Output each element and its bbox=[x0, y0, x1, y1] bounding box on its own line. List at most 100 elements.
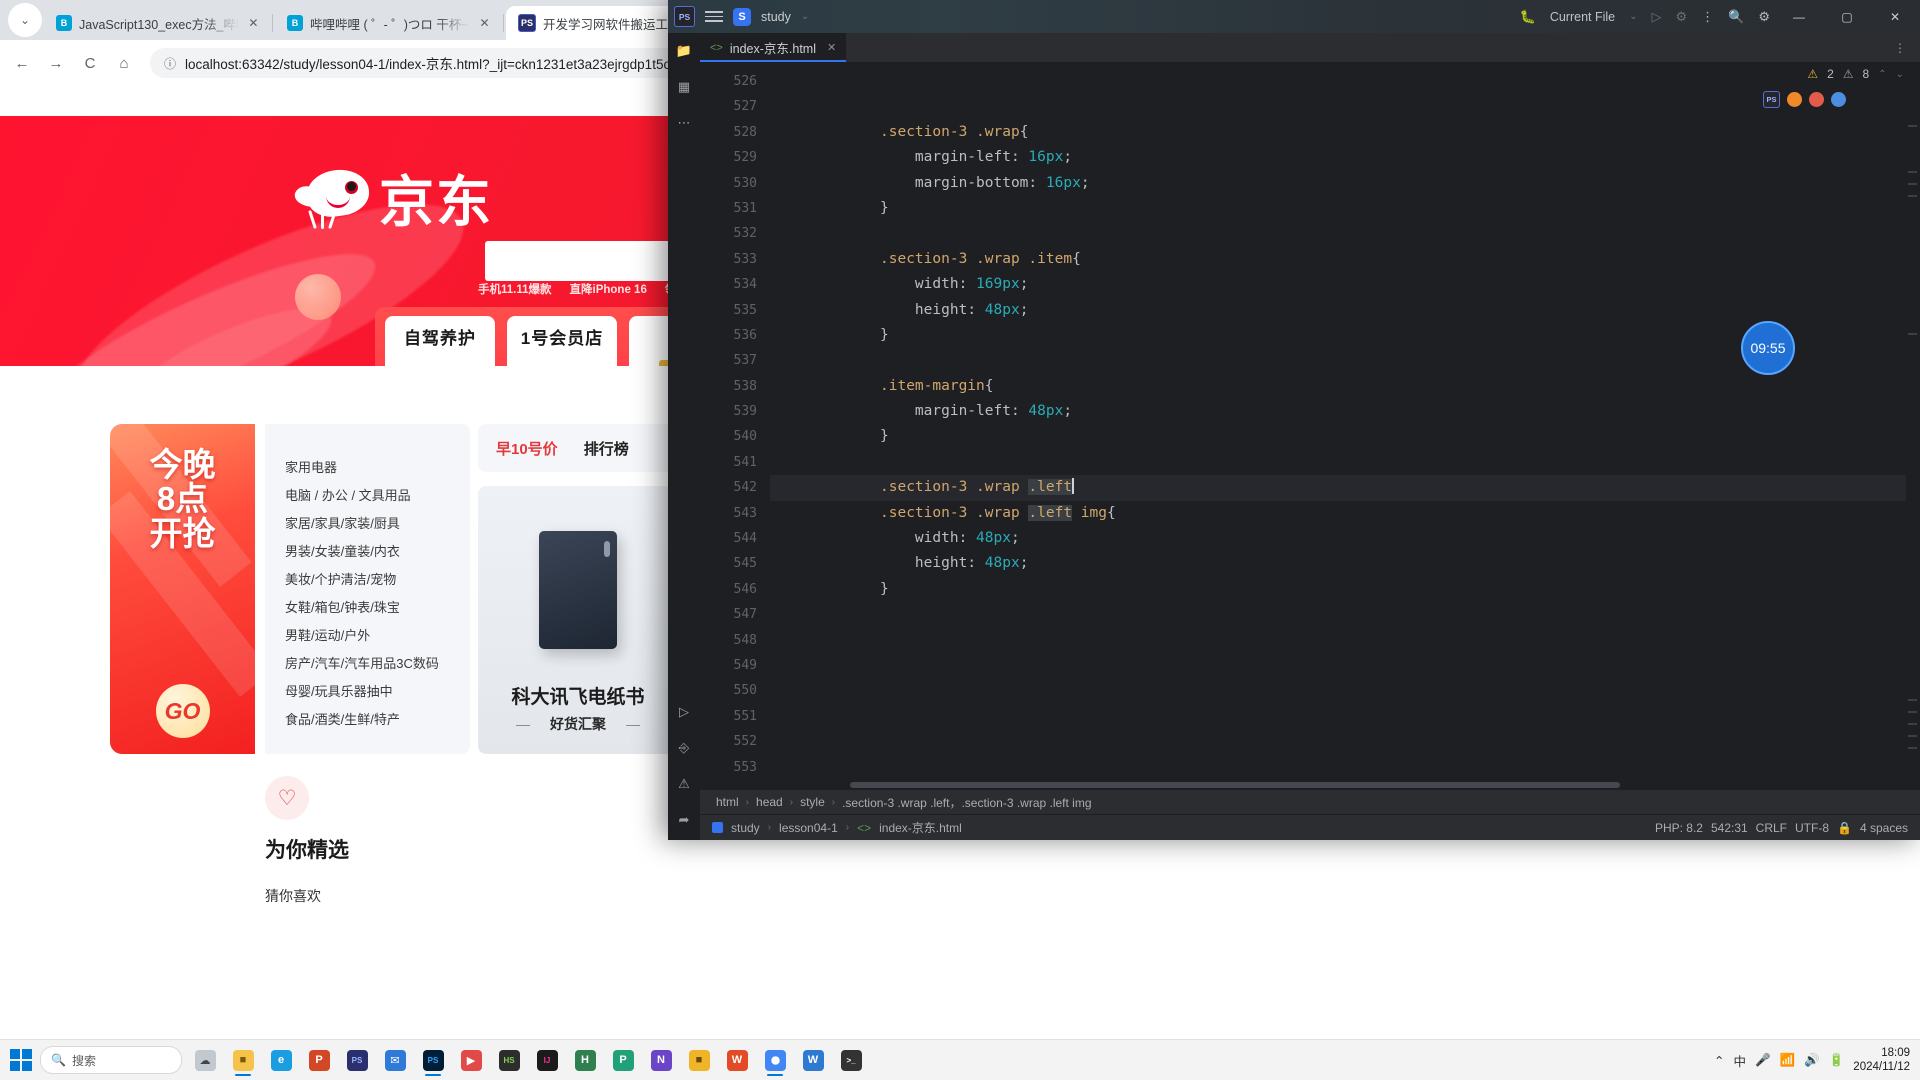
jd-product-card[interactable]: 科大讯飞电纸书 — 好货汇聚 — bbox=[478, 486, 678, 754]
browser-tab-2[interactable]: B 哔哩哔哩 ( ゜- ゜)つロ 干杯~-bi ✕ bbox=[275, 6, 501, 40]
category-item-7[interactable]: 男鞋/运动/户外 bbox=[285, 622, 470, 650]
editor-tab-close-icon[interactable]: ✕ bbox=[827, 41, 836, 54]
taskbar-app-hs[interactable]: HS bbox=[492, 1043, 526, 1077]
chevron-down-icon[interactable]: ⌄ bbox=[1896, 69, 1904, 80]
taskbar-app-widget-weather[interactable]: ☁ bbox=[188, 1043, 222, 1077]
reload-button[interactable]: C bbox=[74, 47, 106, 79]
category-item-3[interactable]: 家居/家具/家装/厨具 bbox=[285, 510, 470, 538]
taskbar-app-photoshop[interactable]: PS bbox=[416, 1043, 450, 1077]
browser-tab-2-close-icon[interactable]: ✕ bbox=[477, 16, 492, 30]
project-name[interactable]: study bbox=[761, 10, 791, 24]
maximize-button[interactable]: ▢ bbox=[1828, 0, 1866, 33]
jd-keyword-2[interactable]: 直降iPhone 16 bbox=[570, 281, 647, 297]
breadcrumb-item-html[interactable]: html bbox=[716, 795, 739, 809]
taskbar-app-phpstorm-1[interactable]: PS bbox=[340, 1043, 374, 1077]
status-caret-position[interactable]: 542:31 bbox=[1711, 821, 1748, 835]
taskbar-app-wechat-work[interactable]: W bbox=[796, 1043, 830, 1077]
terminal-icon[interactable]: ⎆ bbox=[679, 740, 689, 756]
editor-tab-index-jd-html[interactable]: <> index-京东.html ✕ bbox=[700, 33, 847, 62]
tonight-flash-sale-banner[interactable]: 今晚8点开抢 GO bbox=[110, 424, 255, 754]
problems-icon[interactable]: ⚠ bbox=[678, 776, 690, 792]
version-control-icon[interactable]: ➦ bbox=[679, 812, 690, 840]
chevron-up-icon[interactable]: ⌃ bbox=[1878, 69, 1886, 80]
code-lines[interactable]: .section-3 .wrap{ margin-left: 16px; mar… bbox=[770, 63, 1920, 790]
run-tool-icon[interactable]: ▷ bbox=[679, 704, 689, 720]
taskbar-app-notes[interactable]: N bbox=[644, 1043, 678, 1077]
home-button[interactable]: ⌂ bbox=[108, 47, 140, 79]
category-item-8[interactable]: 房产/汽车/汽车用品3C数码 bbox=[285, 650, 470, 678]
status-path-lesson[interactable]: lesson04-1 bbox=[779, 821, 838, 835]
taskbar-app-file-explorer[interactable]: ■ bbox=[226, 1043, 260, 1077]
taskbar-app-pycharm[interactable]: P bbox=[606, 1043, 640, 1077]
ps-widget-icon[interactable]: PS bbox=[1763, 91, 1780, 108]
taskbar-app-hive[interactable]: H bbox=[568, 1043, 602, 1077]
sound-icon[interactable]: 🔊 bbox=[1804, 1053, 1820, 1068]
windows-logo[interactable] bbox=[10, 1049, 32, 1071]
pomodoro-timer[interactable]: 09:55 bbox=[1741, 321, 1795, 375]
battery-icon[interactable]: 🔋 bbox=[1829, 1053, 1845, 1068]
taskbar-app-powerpoint[interactable]: P bbox=[302, 1043, 336, 1077]
status-line-ending[interactable]: CRLF bbox=[1756, 821, 1787, 835]
taskbar-app-edge[interactable]: e bbox=[264, 1043, 298, 1077]
gear-icon[interactable]: ⚙ bbox=[1758, 9, 1770, 25]
editor-minimap[interactable] bbox=[1906, 63, 1920, 790]
site-info-icon[interactable]: ⓘ bbox=[164, 55, 176, 72]
category-item-4[interactable]: 男装/女装/童装/内衣 bbox=[285, 538, 470, 566]
taskbar-app-idea[interactable]: IJ bbox=[530, 1043, 564, 1077]
breadcrumb-item-head[interactable]: head bbox=[756, 795, 783, 809]
chevron-down-icon[interactable]: ⌄ bbox=[1629, 11, 1637, 22]
promo-card-2[interactable]: 1号会员店 开卡送鸡蛋 bbox=[507, 316, 617, 366]
editor-options-icon[interactable]: ⋮ bbox=[1894, 41, 1906, 55]
taskbar-app-chrome[interactable] bbox=[758, 1043, 792, 1077]
category-item-5[interactable]: 美妆/个护清洁/宠物 bbox=[285, 566, 470, 594]
bug-icon[interactable]: 🐛 bbox=[1520, 9, 1536, 25]
breadcrumb-item-selector[interactable]: .section-3 .wrap .left，.section-3 .wrap … bbox=[842, 794, 1091, 811]
browser-preview-widgets[interactable]: PS bbox=[1763, 91, 1846, 108]
lock-icon[interactable]: 🔒 bbox=[1837, 821, 1852, 835]
forward-button[interactable]: → bbox=[40, 47, 72, 79]
debug-icon[interactable]: ⚙ bbox=[1676, 9, 1688, 25]
taskbar-app-wps[interactable]: W bbox=[720, 1043, 754, 1077]
jd-logo[interactable]: 京东 bbox=[292, 164, 493, 230]
status-path-file[interactable]: index-京东.html bbox=[879, 819, 962, 836]
more-tools-icon[interactable]: ⋯ bbox=[678, 115, 691, 131]
rank-card-price-tab[interactable]: 早10号价 bbox=[496, 438, 558, 459]
minimize-button[interactable]: — bbox=[1780, 0, 1818, 33]
breadcrumb-item-style[interactable]: style bbox=[800, 795, 825, 809]
run-icon[interactable]: ▷ bbox=[1652, 9, 1662, 25]
inspection-widget[interactable]: ⚠ 2 ⚠ 8 ⌃ ⌄ bbox=[1807, 67, 1904, 81]
browser-tab-1[interactable]: B JavaScript130_exec方法_哔哩 ✕ bbox=[44, 6, 270, 40]
category-item-9[interactable]: 母婴/玩具乐器抽中 bbox=[285, 678, 470, 706]
taskbar-search-input[interactable]: 🔍 搜索 bbox=[40, 1046, 182, 1074]
taskbar-app-mail[interactable]: ✉ bbox=[378, 1043, 412, 1077]
category-item-10[interactable]: 食品/酒类/生鲜/特产 bbox=[285, 706, 470, 734]
jd-keyword-1[interactable]: 手机11.11爆款 bbox=[478, 281, 552, 297]
category-item-2[interactable]: 电脑 / 办公 / 文具用品 bbox=[285, 482, 470, 510]
close-button[interactable]: ✕ bbox=[1876, 0, 1914, 33]
status-path-study[interactable]: study bbox=[731, 821, 760, 835]
status-php-version[interactable]: PHP: 8.2 bbox=[1655, 821, 1703, 835]
run-configuration[interactable]: Current File bbox=[1550, 10, 1615, 24]
taskbar-app-video-editor[interactable]: ▶ bbox=[454, 1043, 488, 1077]
browser-tab-1-close-icon[interactable]: ✕ bbox=[246, 16, 261, 30]
ime-icon[interactable]: 中 bbox=[1733, 1051, 1746, 1070]
firefox-widget-icon[interactable] bbox=[1787, 92, 1802, 107]
code-editor[interactable]: 526 527 528 529 530 531 532 533 534 535 … bbox=[700, 63, 1920, 790]
rank-card-ranking-tab[interactable]: 排行榜 bbox=[584, 438, 629, 459]
back-button[interactable]: ← bbox=[6, 47, 38, 79]
status-encoding[interactable]: UTF-8 bbox=[1795, 821, 1829, 835]
chevron-down-icon[interactable]: ⌄ bbox=[801, 11, 809, 22]
chrome-widget-icon[interactable] bbox=[1831, 92, 1846, 107]
category-item-6[interactable]: 女鞋/箱包/钟表/珠宝 bbox=[285, 594, 470, 622]
mic-icon[interactable]: 🎤 bbox=[1755, 1053, 1771, 1068]
category-item-1[interactable]: 家用电器 bbox=[285, 454, 470, 482]
opera-widget-icon[interactable] bbox=[1809, 92, 1824, 107]
search-icon[interactable]: 🔍 bbox=[1728, 9, 1744, 25]
folder-icon[interactable]: 📁 bbox=[676, 43, 692, 59]
tab-list-chevron-icon[interactable]: ⌄ bbox=[8, 3, 42, 37]
status-indent[interactable]: 4 spaces bbox=[1860, 821, 1908, 835]
tray-chevron-up-icon[interactable]: ⌃ bbox=[1714, 1053, 1724, 1068]
network-icon[interactable]: 📶 bbox=[1780, 1053, 1796, 1068]
editor-horizontal-scrollbar[interactable] bbox=[850, 782, 1920, 788]
more-options-icon[interactable]: ⋮ bbox=[1701, 9, 1714, 25]
